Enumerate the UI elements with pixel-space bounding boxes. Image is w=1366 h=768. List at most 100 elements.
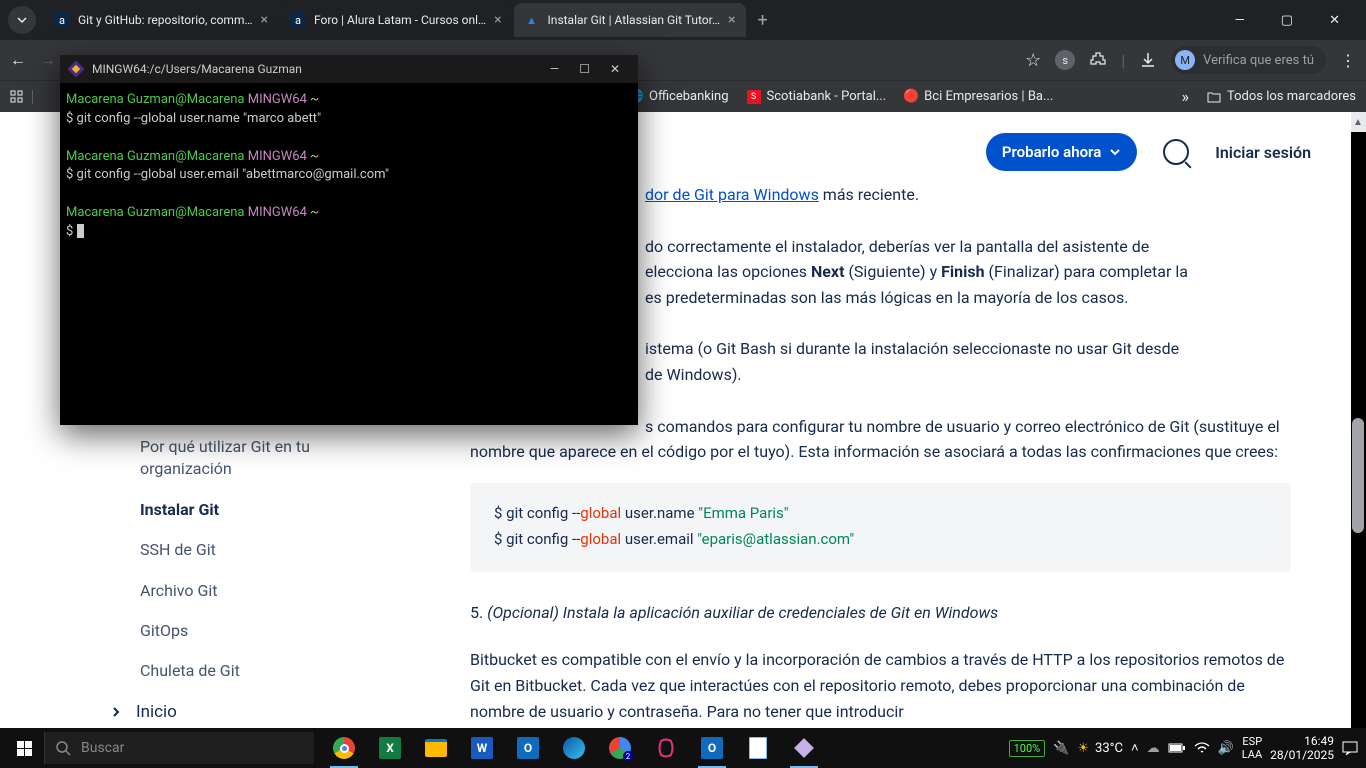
window-controls: — ▢ ✕ xyxy=(1229,9,1358,32)
sidebar-item-install-git[interactable]: Instalar Git xyxy=(140,490,420,530)
login-link[interactable]: Iniciar sesión xyxy=(1215,143,1311,162)
sidebar-item-archive[interactable]: Archivo Git xyxy=(140,571,420,611)
taskbar-git-bash[interactable] xyxy=(782,728,826,768)
terminal-minimize[interactable]: — xyxy=(540,60,569,78)
tab-close-1[interactable]: × xyxy=(261,12,268,28)
code-block-git-config: $ git config --global user.name "Emma Pa… xyxy=(470,483,1291,572)
search-icon[interactable] xyxy=(1163,139,1189,165)
taskbar-clock[interactable]: 16:49 28/01/2025 xyxy=(1270,734,1334,763)
paragraph-step3b: de Windows). xyxy=(645,362,1291,388)
nav-back[interactable]: ← xyxy=(10,50,26,70)
taskbar-notepad[interactable] xyxy=(736,728,780,768)
paragraph-step2: do correctamente el instalador, deberías… xyxy=(645,234,1291,260)
input-locale[interactable]: ESP LAA xyxy=(1242,735,1262,761)
browser-tab-strip: a Git y GitHub: repositorio, comm… × a F… xyxy=(0,0,1366,40)
wifi-icon[interactable] xyxy=(1194,742,1210,754)
sidebar-item-ssh[interactable]: SSH de Git xyxy=(140,530,420,570)
sidebar-item-gitops[interactable]: GitOps xyxy=(140,611,420,651)
tray-overflow-icon[interactable]: ˄ xyxy=(1131,740,1139,756)
taskbar-edge[interactable] xyxy=(552,728,596,768)
terminal-title: MINGW64:/c/Users/Macarena Guzman xyxy=(92,62,540,76)
battery-indicator[interactable]: 100% xyxy=(1009,740,1046,757)
taskbar-chrome-canary[interactable]: 2 xyxy=(598,728,642,768)
taskbar-excel[interactable]: X xyxy=(368,728,412,768)
git-bash-window[interactable]: MINGW64:/c/Users/Macarena Guzman — ☐ ✕ M… xyxy=(60,55,638,425)
tab-title-1: Git y GitHub: repositorio, comm… xyxy=(78,13,253,27)
browser-menu-icon[interactable]: ⋮ xyxy=(1340,51,1356,70)
new-tab-button[interactable]: + xyxy=(748,10,778,31)
profile-chip[interactable]: M Verifica que eres tú xyxy=(1171,46,1326,74)
terminal-maximize[interactable]: ☐ xyxy=(569,60,600,78)
taskbar-search[interactable]: Buscar xyxy=(44,732,314,764)
scrollbar-handle[interactable] xyxy=(1352,418,1364,533)
chevron-right-icon xyxy=(110,706,122,718)
terminal-body[interactable]: Macarena Guzman@Macarena MINGW64 ~ $ git… xyxy=(60,83,638,250)
volume-icon[interactable]: 🔊 xyxy=(1218,741,1234,756)
browser-tab-1[interactable]: a Git y GitHub: repositorio, comm… × xyxy=(44,3,278,37)
tab-favicon-1: a xyxy=(54,12,70,28)
scotiabank-icon: S xyxy=(747,90,761,104)
scroll-up-arrow[interactable]: ▲ xyxy=(1350,112,1366,132)
profile-avatar: M xyxy=(1175,50,1195,70)
profile-verify-text: Verifica que eres tú xyxy=(1203,53,1314,68)
git-bash-icon xyxy=(68,61,84,77)
battery-icon[interactable] xyxy=(1168,742,1186,754)
paragraph-step2c: es predeterminadas son las más lógicas e… xyxy=(645,285,1291,311)
power-plug-icon[interactable]: 🔌 xyxy=(1053,741,1069,756)
site-header: Probarlo ahora Iniciar sesión xyxy=(986,112,1351,192)
browser-tab-3[interactable]: ▲ Instalar Git | Atlassian Git Tutor… × xyxy=(514,3,746,37)
windows-taskbar: Buscar X W O 2 O 100% 🔌 ☀ 33°C ˄ ☁ � xyxy=(0,728,1366,768)
system-tray: 100% 🔌 ☀ 33°C ˄ ☁ 🔊 ESP LAA 16:49 28/01/… xyxy=(1009,734,1362,763)
bookmarks-overflow[interactable]: » xyxy=(1182,87,1190,106)
window-maximize[interactable]: ▢ xyxy=(1275,9,1299,32)
bookmark-star-icon[interactable]: ☆ xyxy=(1025,50,1041,71)
taskbar-chrome[interactable] xyxy=(322,728,366,768)
skype-icon[interactable]: s xyxy=(1055,50,1075,70)
tab-favicon-3: ▲ xyxy=(524,12,540,28)
tab-favicon-2: a xyxy=(290,12,306,28)
tab-close-3[interactable]: × xyxy=(728,12,735,28)
bci-icon: 🔴 xyxy=(904,90,918,104)
bookmark-scotiabank[interactable]: S Scotiabank - Portal... xyxy=(747,89,887,104)
tab-title-3: Instalar Git | Atlassian Git Tutor… xyxy=(548,13,720,27)
sun-icon: ☀ xyxy=(1077,741,1089,756)
all-bookmarks-button[interactable]: Todos los marcadores xyxy=(1207,89,1356,104)
weather-widget[interactable]: ☀ 33°C xyxy=(1077,741,1123,756)
window-minimize[interactable]: — xyxy=(1229,9,1251,32)
tab-title-2: Foro | Alura Latam - Cursos onl… xyxy=(314,13,486,27)
tab-search-dropdown[interactable] xyxy=(8,6,36,34)
sidebar-header-inicio[interactable]: Inicio xyxy=(110,692,420,728)
start-button[interactable] xyxy=(4,728,44,768)
windows-installer-link[interactable]: dor de Git para Windows xyxy=(645,185,819,204)
bookmark-officebanking[interactable]: 🌐 Officebanking xyxy=(629,89,729,104)
taskbar-word[interactable]: W xyxy=(460,728,504,768)
bookmark-bci[interactable]: 🔴 Bci Empresarios | Ba... xyxy=(904,89,1053,104)
taskbar-pinned-apps: X W O 2 O xyxy=(322,728,826,768)
paragraph-step2b: elecciona las opciones Next (Siguiente) … xyxy=(645,259,1291,285)
folder-icon xyxy=(1207,90,1221,104)
terminal-cursor xyxy=(77,224,84,238)
onedrive-icon[interactable]: ☁ xyxy=(1147,741,1160,756)
paragraph-step3a: istema (o Git Bash si durante la instala… xyxy=(645,336,1291,362)
taskbar-explorer[interactable] xyxy=(414,728,458,768)
terminal-titlebar[interactable]: MINGW64:/c/Users/Macarena Guzman — ☐ ✕ xyxy=(60,55,638,83)
taskbar-copilot[interactable] xyxy=(644,728,688,768)
try-now-button[interactable]: Probarlo ahora xyxy=(986,133,1137,171)
downloads-icon[interactable] xyxy=(1139,51,1157,69)
terminal-close[interactable]: ✕ xyxy=(600,60,630,78)
step5-heading: 5. (Opcional) Instala la aplicación auxi… xyxy=(470,600,1291,626)
apps-grid-icon[interactable] xyxy=(10,90,33,104)
window-close[interactable]: ✕ xyxy=(1323,9,1346,32)
sidebar-item-why-git[interactable]: Por qué utilizar Git en tu organización xyxy=(140,427,340,490)
tab-close-2[interactable]: × xyxy=(494,12,501,28)
search-icon xyxy=(55,740,71,756)
sidebar-item-cheatsheet[interactable]: Chuleta de Git xyxy=(140,651,420,691)
taskbar-outlook[interactable]: O xyxy=(506,728,550,768)
chevron-down-icon xyxy=(1109,146,1121,158)
paragraph-step5: Bitbucket es compatible con el envío y l… xyxy=(470,647,1291,724)
taskbar-outlook-2[interactable]: O xyxy=(690,728,734,768)
browser-tab-2[interactable]: a Foro | Alura Latam - Cursos onl… × xyxy=(280,3,512,37)
notifications-icon[interactable] xyxy=(1342,741,1358,755)
extensions-icon[interactable] xyxy=(1089,51,1107,69)
nav-forward[interactable]: → xyxy=(40,50,56,70)
